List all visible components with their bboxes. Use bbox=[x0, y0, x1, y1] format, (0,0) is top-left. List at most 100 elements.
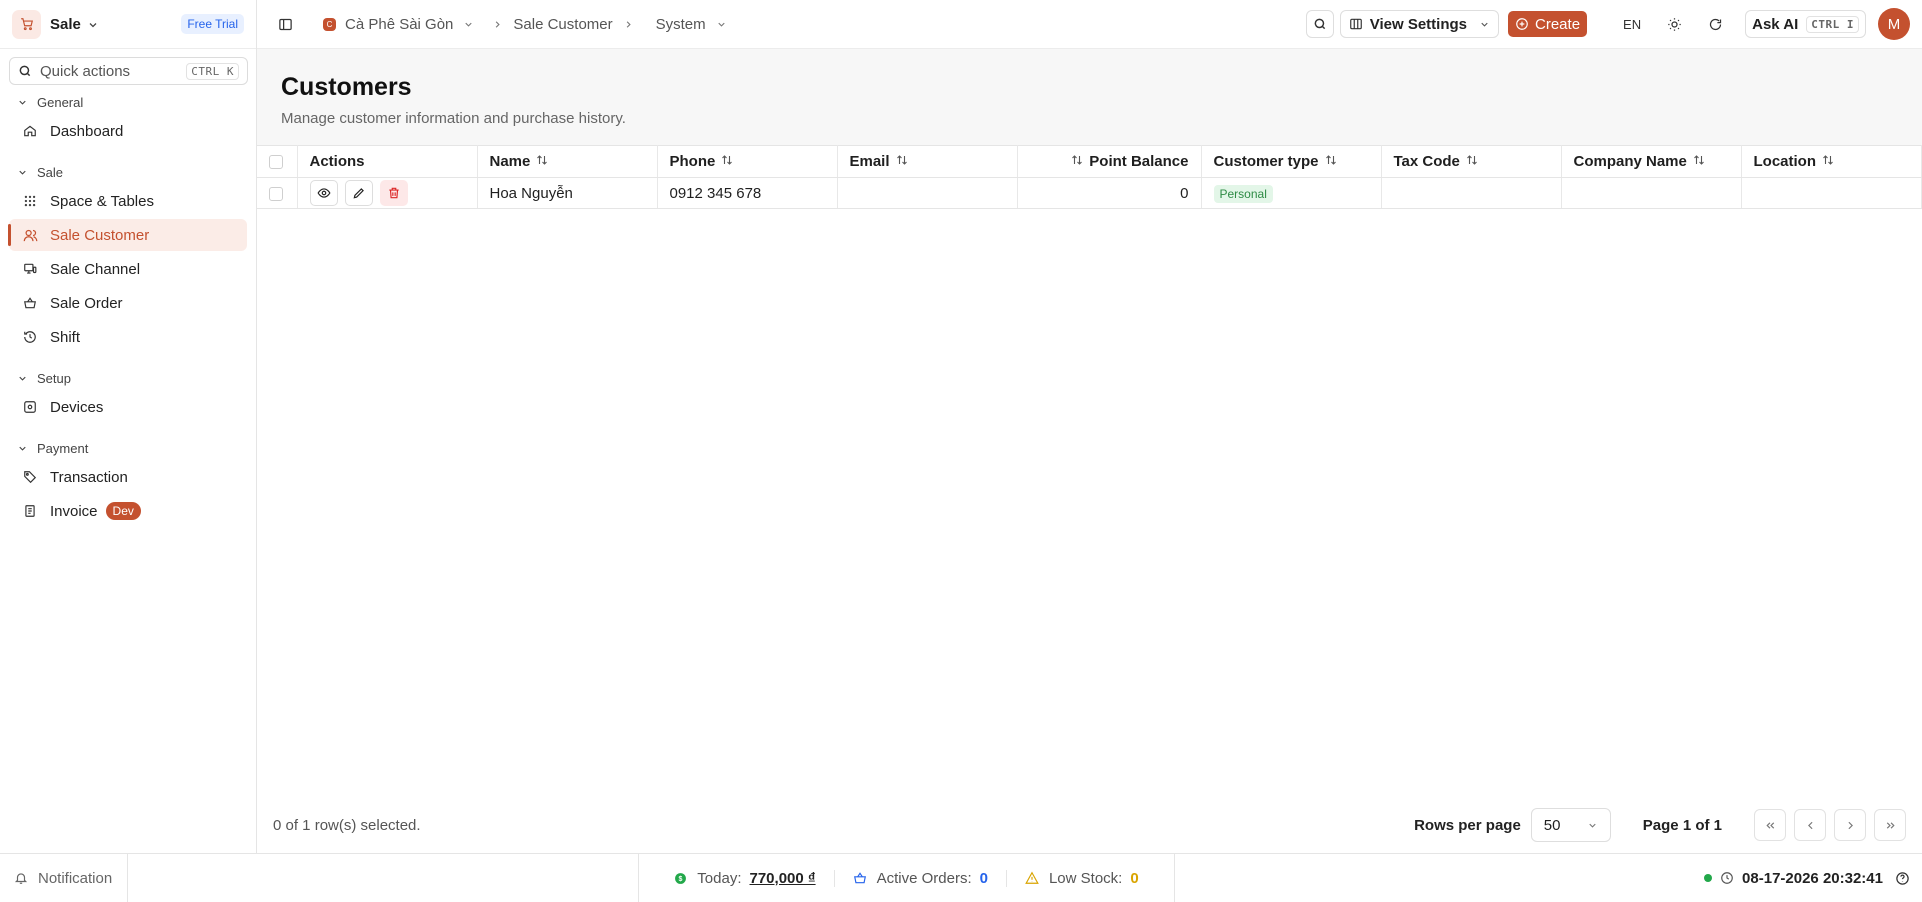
today-revenue: $ Today: 770,000 ₫ bbox=[656, 870, 833, 887]
pencil-icon bbox=[353, 188, 364, 199]
cell-tax-code bbox=[1381, 177, 1562, 209]
breadcrumb-sale-customer[interactable]: Sale Customer bbox=[513, 16, 612, 33]
chevron-down-icon bbox=[89, 23, 97, 28]
monitor-icon bbox=[22, 262, 38, 276]
sort-icon[interactable] bbox=[1693, 153, 1705, 170]
column-header-tax-code[interactable]: Tax Code bbox=[1381, 145, 1562, 178]
svg-text:$: $ bbox=[679, 875, 683, 882]
cell-email bbox=[837, 177, 1018, 209]
last-page-button[interactable] bbox=[1874, 809, 1906, 841]
column-header-customer-type[interactable]: Customer type bbox=[1201, 145, 1382, 178]
sidebar-item-shift[interactable]: Shift bbox=[9, 321, 247, 353]
row-checkbox[interactable] bbox=[269, 186, 283, 201]
sort-icon[interactable] bbox=[1466, 153, 1478, 170]
free-trial-badge[interactable]: Free Trial bbox=[181, 14, 244, 34]
chevron-down-icon bbox=[19, 170, 26, 175]
pagination: Rows per page 50 Page 1 of 1 bbox=[1414, 808, 1906, 842]
warning-icon bbox=[1025, 871, 1039, 884]
column-header-name[interactable]: Name bbox=[477, 145, 658, 178]
app-switcher[interactable]: Sale Free Trial bbox=[0, 0, 256, 49]
store-selector[interactable]: C Cà Phê Sài Gòn bbox=[323, 16, 474, 33]
delete-button[interactable] bbox=[379, 180, 408, 206]
breadcrumb-system: System bbox=[655, 15, 706, 33]
sidebar-item-dashboard[interactable]: Dashboard bbox=[9, 115, 247, 147]
system-selector[interactable]: System bbox=[656, 16, 727, 33]
sort-icon[interactable] bbox=[1822, 153, 1834, 170]
first-page-button[interactable] bbox=[1754, 809, 1786, 841]
chevron-right-icon bbox=[626, 20, 631, 28]
grid-icon bbox=[22, 194, 38, 208]
cell-name: Hoa Nguyễn bbox=[477, 177, 658, 209]
group-sale-toggle[interactable]: Sale bbox=[0, 161, 256, 183]
datetime: 08-17-2026 20:32:41 bbox=[1742, 869, 1883, 887]
create-button[interactable]: Create bbox=[1508, 11, 1588, 37]
column-header-phone[interactable]: Phone bbox=[657, 145, 838, 178]
avatar[interactable]: M bbox=[1878, 8, 1910, 40]
sort-icon[interactable] bbox=[721, 153, 733, 170]
basket-icon bbox=[22, 296, 38, 310]
view-button[interactable] bbox=[309, 180, 338, 206]
edit-button[interactable] bbox=[344, 180, 373, 206]
sidebar-item-devices[interactable]: Devices bbox=[9, 391, 247, 423]
sort-icon[interactable] bbox=[1071, 153, 1083, 170]
table-row[interactable]: Hoa Nguyễn 0912 345 678 0 Personal bbox=[257, 177, 1922, 209]
quick-actions-shortcut: CTRL K bbox=[186, 62, 239, 80]
sidebar-item-space-tables[interactable]: Space & Tables bbox=[9, 185, 247, 217]
sidebar-item-sale-channel[interactable]: Sale Channel bbox=[9, 253, 247, 285]
customer-type-badge: Personal bbox=[1213, 184, 1273, 203]
group-setup-toggle[interactable]: Setup bbox=[0, 367, 256, 389]
column-header-email[interactable]: Email bbox=[837, 145, 1018, 178]
theme-toggle-icon[interactable] bbox=[1667, 17, 1682, 32]
rows-per-page-select[interactable]: 50 bbox=[1530, 808, 1611, 842]
sidebar-item-sale-order[interactable]: Sale Order bbox=[9, 287, 247, 319]
trash-icon bbox=[388, 187, 399, 199]
rows-per-page-label: Rows per page bbox=[1414, 816, 1521, 834]
cell-point-balance: 0 bbox=[1017, 177, 1202, 209]
select-all-checkbox[interactable] bbox=[269, 155, 283, 170]
cell-location bbox=[1741, 177, 1922, 209]
chevron-left-icon bbox=[1807, 821, 1813, 829]
page-title: Customers bbox=[281, 73, 412, 101]
quick-actions-label: Quick actions bbox=[40, 62, 131, 80]
money-icon: $ bbox=[675, 872, 687, 884]
language-switcher[interactable]: EN bbox=[1623, 17, 1641, 32]
chevron-down-icon bbox=[19, 376, 26, 381]
next-page-button[interactable] bbox=[1834, 809, 1866, 841]
search-icon bbox=[1314, 18, 1325, 30]
previous-page-button[interactable] bbox=[1794, 809, 1826, 841]
sidebar-item-invoice[interactable]: Invoice Dev bbox=[9, 495, 247, 527]
cell-company-name bbox=[1561, 177, 1742, 209]
page-header: Customers Manage customer information an… bbox=[257, 49, 1922, 145]
notification-button[interactable]: Notification bbox=[0, 854, 128, 902]
toggle-sidebar-icon[interactable] bbox=[275, 17, 295, 32]
top-header: C Cà Phê Sài Gòn Sale Customer System Vi… bbox=[257, 0, 1922, 49]
sort-icon[interactable] bbox=[536, 153, 548, 170]
store-stats: $ Today: 770,000 ₫ Active Orders: 0 Low … bbox=[638, 854, 1175, 902]
sidebar-item-transaction[interactable]: Transaction bbox=[9, 461, 247, 493]
sort-icon[interactable] bbox=[896, 153, 908, 170]
column-header-location[interactable]: Location bbox=[1741, 145, 1922, 178]
group-general-toggle[interactable]: General bbox=[0, 91, 256, 113]
home-icon bbox=[22, 124, 38, 138]
column-header-point-balance[interactable]: Point Balance bbox=[1017, 145, 1202, 178]
view-settings-button[interactable]: View Settings bbox=[1339, 10, 1500, 38]
refresh-icon[interactable] bbox=[1708, 17, 1723, 32]
quick-actions-search[interactable]: Quick actions CTRL K bbox=[9, 57, 248, 85]
selection-info: 0 of 1 row(s) selected. bbox=[273, 816, 421, 834]
clock-icon bbox=[1721, 872, 1733, 884]
column-header-company-name[interactable]: Company Name bbox=[1561, 145, 1742, 178]
dev-badge: Dev bbox=[105, 502, 141, 520]
search-button[interactable] bbox=[1305, 10, 1334, 38]
main-content: Customers Manage customer information an… bbox=[257, 49, 1922, 853]
sort-icon[interactable] bbox=[1325, 153, 1337, 170]
ask-ai-button[interactable]: Ask AI CTRL I bbox=[1745, 10, 1866, 38]
help-icon[interactable] bbox=[1895, 871, 1910, 886]
history-icon bbox=[22, 330, 38, 344]
store-name: Cà Phê Sài Gòn bbox=[345, 15, 454, 33]
sidebar-item-sale-customer[interactable]: Sale Customer bbox=[8, 219, 247, 251]
table-header-row: Actions Name Phone Email Point Balance C… bbox=[257, 145, 1922, 178]
group-payment-toggle[interactable]: Payment bbox=[0, 437, 256, 459]
chevron-down-icon bbox=[717, 22, 725, 27]
active-orders: Active Orders: 0 bbox=[833, 869, 1006, 887]
chevrons-right-icon bbox=[1886, 821, 1895, 829]
